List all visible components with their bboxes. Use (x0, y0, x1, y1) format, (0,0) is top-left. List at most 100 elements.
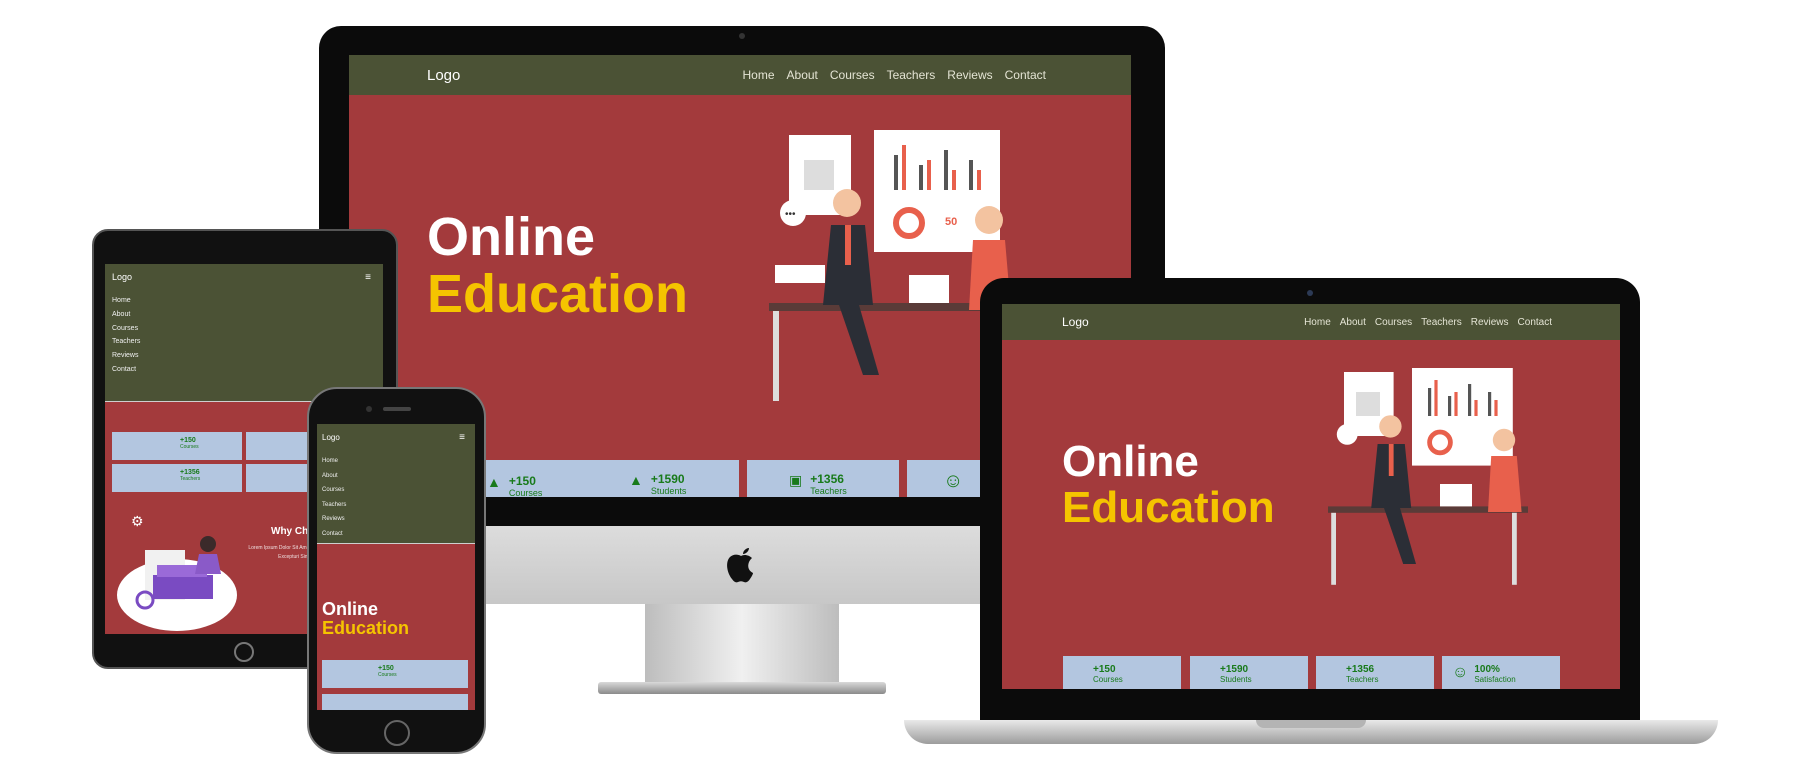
hero-line2: Education (427, 263, 689, 324)
nav-teachers[interactable]: Teachers (887, 68, 936, 82)
graduation-cap-icon: ▲ (487, 474, 501, 490)
stat-card[interactable] (322, 694, 468, 710)
nav-contact[interactable]: Contact (1005, 68, 1046, 82)
smile-icon: ☺ (1452, 664, 1469, 681)
menu-about[interactable]: About (322, 469, 470, 484)
stat-value: +1356 (810, 472, 844, 486)
nav-home[interactable]: Home (1304, 317, 1331, 328)
menu-about[interactable]: About (112, 308, 376, 322)
hero-line2: Education (1062, 483, 1275, 533)
stat-card[interactable]: +150 Courses (112, 432, 242, 460)
svg-text:•••: ••• (785, 209, 796, 220)
hero-line1: Online (322, 599, 379, 619)
imac-foot (598, 682, 886, 694)
stat-label: Teachers (180, 476, 201, 482)
study-illustration: ⚙ (117, 513, 237, 631)
stat-card[interactable]: ☺ 100% Satisfaction (1442, 656, 1560, 689)
nav-contact[interactable]: Contact (1518, 317, 1552, 328)
stat-value: +150 (378, 665, 394, 672)
stat-card[interactable]: +150 Courses (1063, 656, 1181, 689)
stat-label: Students (650, 486, 687, 496)
phone-screen: Logo ≡ Home About Courses Teachers Revie… (317, 424, 475, 710)
nav-home[interactable]: Home (743, 68, 775, 82)
imac-camera (739, 33, 745, 39)
stat-label: Courses (180, 444, 199, 450)
laptop-notch (1256, 720, 1366, 728)
teacher-board-icon: ▣ (789, 472, 803, 488)
stat-label: Courses (378, 672, 397, 678)
stat-value: +150 (180, 437, 196, 444)
nav-courses[interactable]: Courses (1375, 317, 1412, 328)
stat-value: +1590 (650, 472, 685, 486)
nav-about[interactable]: About (1340, 317, 1366, 328)
stat-value: +1356 (1346, 664, 1375, 675)
nav-reviews[interactable]: Reviews (947, 68, 992, 82)
site-navbar: Logo Home About Courses Teachers Reviews… (1002, 304, 1620, 340)
stat-label: Students (1220, 675, 1252, 684)
stat-card[interactable]: +1590 Students (1190, 656, 1308, 689)
site-navbar: Logo ≡ (317, 424, 475, 450)
hero-line1: Online (1062, 437, 1199, 486)
nav-about[interactable]: About (787, 68, 818, 82)
menu-home[interactable]: Home (322, 454, 470, 469)
phone-speaker (383, 407, 411, 411)
menu-contact[interactable]: Contact (322, 527, 470, 542)
menu-home[interactable]: Home (112, 294, 376, 308)
menu-courses[interactable]: Courses (112, 322, 376, 336)
site-logo[interactable]: Logo (322, 433, 340, 442)
hero-line2: Education (322, 617, 410, 638)
hamburger-icon[interactable]: ≡ (365, 272, 371, 283)
phone-camera (366, 406, 372, 412)
hero-line1: Online (427, 207, 596, 267)
stat-value: +150 (508, 474, 536, 488)
nav-reviews[interactable]: Reviews (1471, 317, 1509, 328)
nav-teachers[interactable]: Teachers (1421, 317, 1462, 328)
site-logo[interactable]: Logo (427, 67, 460, 84)
stat-card[interactable]: +1356 Teachers (1316, 656, 1434, 689)
stat-label: Courses (508, 488, 543, 497)
stat-label: Teachers (810, 486, 847, 496)
site-navbar: Logo Home About Courses Teachers Reviews… (349, 55, 1131, 95)
graduation-cap-icon: ▲ (629, 472, 643, 488)
stat-value: +150 (1093, 664, 1116, 675)
stat-card[interactable]: +1356 Teachers (112, 464, 242, 492)
nav-links: Home About Courses Teachers Reviews Cont… (743, 68, 1046, 82)
smile-icon: ☺ (943, 470, 964, 492)
tablet-home-button (234, 642, 254, 662)
menu-courses[interactable]: Courses (322, 483, 470, 498)
hero-title: Online Education (322, 600, 409, 638)
site-navbar: Logo ≡ (105, 264, 383, 290)
stat-label: Courses (1093, 675, 1123, 684)
nav-menu: Home About Courses Teachers Reviews Cont… (105, 290, 383, 402)
nav-courses[interactable]: Courses (830, 68, 875, 82)
stat-card[interactable]: ▲ +1590 Students (587, 460, 739, 497)
phone-home-button (384, 720, 410, 746)
nav-links: Home About Courses Teachers Reviews Cont… (1304, 317, 1552, 328)
why-title: Why Ch (271, 526, 309, 537)
site-logo[interactable]: Logo (1062, 315, 1089, 329)
laptop-camera (1307, 290, 1313, 296)
menu-reviews[interactable]: Reviews (112, 349, 376, 363)
hero-title: Online Education (1062, 437, 1275, 533)
hero-title: Online Education (427, 209, 688, 322)
site-logo[interactable]: Logo (112, 272, 132, 282)
svg-text:50: 50 (945, 216, 957, 228)
stat-card[interactable]: ▣ +1356 Teachers (747, 460, 899, 497)
menu-teachers[interactable]: Teachers (322, 498, 470, 513)
menu-teachers[interactable]: Teachers (112, 335, 376, 349)
stat-label: Satisfaction (1474, 675, 1516, 684)
stat-value: 100% (1474, 664, 1500, 675)
stat-value: +1356 (180, 469, 200, 476)
stat-label: Teachers (1346, 675, 1379, 684)
stat-value: +1590 (1220, 664, 1249, 675)
menu-contact[interactable]: Contact (112, 363, 376, 377)
hero-illustration (1328, 368, 1528, 585)
stat-card[interactable]: +150 Courses (322, 660, 468, 688)
device-mockup-stage: Logo Home About Courses Teachers Reviews… (0, 0, 1800, 760)
apple-logo-icon (718, 538, 764, 588)
hamburger-icon[interactable]: ≡ (459, 432, 465, 443)
nav-menu: Home About Courses Teachers Reviews Cont… (317, 450, 475, 544)
laptop-screen: Logo Home About Courses Teachers Reviews… (1002, 304, 1620, 689)
menu-reviews[interactable]: Reviews (322, 512, 470, 527)
imac-stand (645, 604, 839, 688)
